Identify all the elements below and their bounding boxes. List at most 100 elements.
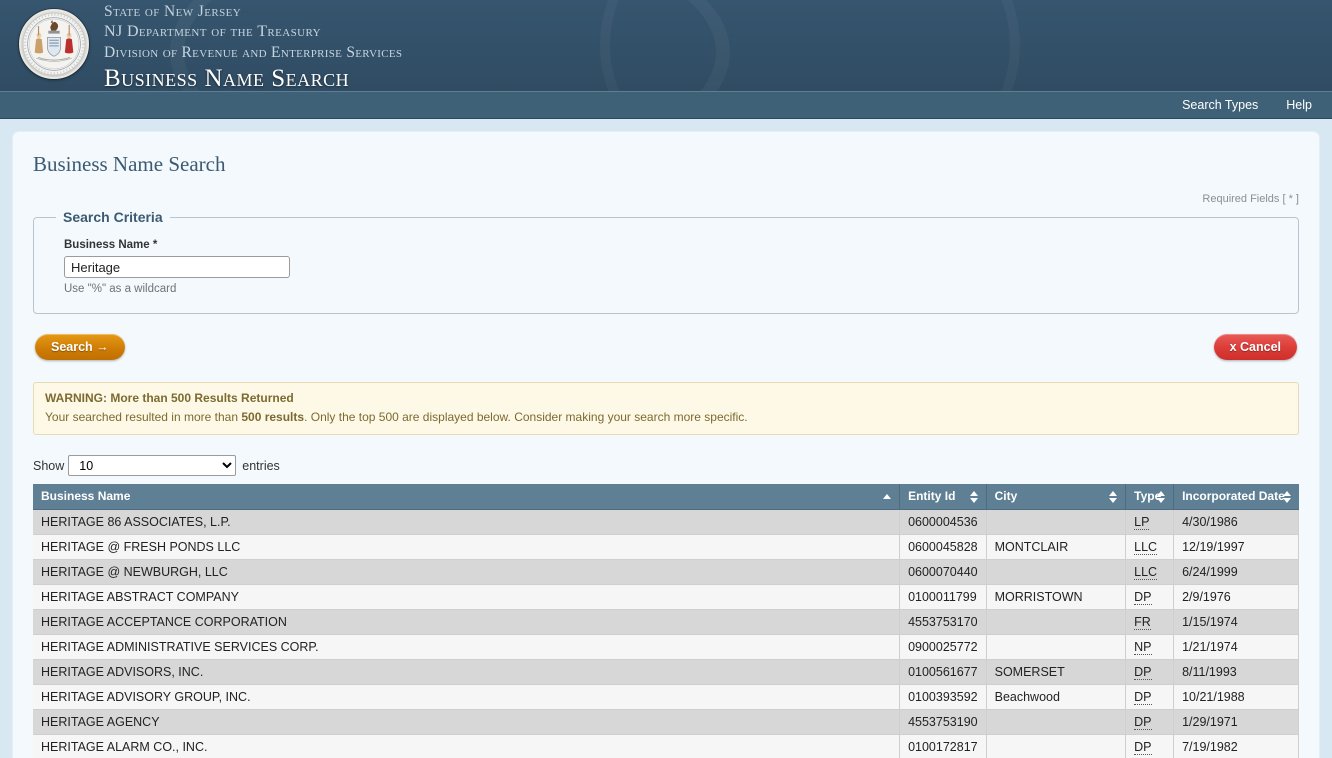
entity-type-abbr[interactable]: LLC [1134, 565, 1158, 580]
header-line-state: State of New Jersey [104, 3, 242, 20]
sort-both-icon-incorporated-date [1282, 490, 1292, 504]
entity-type-abbr[interactable]: DP [1134, 590, 1152, 605]
entity-type-abbr[interactable]: FR [1134, 615, 1151, 630]
column-header-business-name[interactable]: Business Name [33, 484, 901, 510]
table-row[interactable]: HERITAGE @ NEWBURGH, LLC 0600070440 LLC 6/2… [33, 559, 1299, 585]
cell-type: DP [1125, 659, 1175, 685]
table-row[interactable]: HERITAGE ADMINISTRATIVE SERVICES CORP. 09… [33, 634, 1299, 660]
search-criteria-legend: Search Criteria [63, 209, 163, 225]
cell-incorporated-date: 1/15/1974 [1173, 609, 1299, 635]
cell-entity-id: 4553753190 [899, 709, 987, 735]
cell-business-name: HERITAGE ADVISORY GROUP, INC. [33, 684, 901, 710]
column-label-city: City [994, 489, 1018, 503]
main-panel: Business Name Search Required Fields [ *… [12, 131, 1320, 758]
cell-entity-id: 0100561677 [899, 659, 987, 685]
cell-city: MORRISTOWN [986, 584, 1127, 610]
entries-per-page-select[interactable]: 102550100 [68, 455, 237, 476]
search-criteria-fieldset: Search Criteria Business Name * Use "%" … [33, 209, 1299, 314]
column-header-city[interactable]: City [986, 484, 1127, 510]
warning-banner: WARNING: More than 500 Results Returned … [33, 382, 1299, 435]
sort-both-icon-entity-id [969, 490, 979, 504]
cell-incorporated-date: 1/29/1971 [1173, 709, 1299, 735]
cell-type: FR [1125, 609, 1175, 635]
cell-city [986, 634, 1127, 660]
warning-body-post: . Only the top 500 are displayed below. … [304, 410, 748, 424]
cell-entity-id: 4553753170 [899, 609, 987, 635]
cell-incorporated-date: 6/24/1999 [1173, 559, 1299, 585]
sort-both-icon-city [1109, 490, 1118, 504]
column-label-entity-id: Entity Id [908, 489, 956, 503]
header-line-department: NJ Department of the Treasury [104, 23, 321, 40]
column-header-type[interactable]: Type [1125, 484, 1175, 510]
column-header-entity-id[interactable]: Entity Id [899, 484, 987, 510]
sort-ascending-icon [883, 490, 892, 504]
entity-type-abbr[interactable]: DP [1134, 740, 1152, 755]
search-button[interactable]: Search → [35, 334, 125, 360]
cell-city: MONTCLAIR [986, 534, 1127, 560]
cell-business-name: HERITAGE ADMINISTRATIVE SERVICES CORP. [33, 634, 901, 660]
cell-incorporated-date: 2/9/1976 [1173, 584, 1299, 610]
entity-type-abbr[interactable]: DP [1134, 690, 1152, 705]
cell-entity-id: 0600045828 [899, 534, 987, 560]
cell-business-name: HERITAGE ADVISORS, INC. [33, 659, 901, 685]
cell-type: NP [1125, 634, 1175, 660]
header-line-division: Division of Revenue and Enterprise Servi… [104, 44, 403, 61]
column-label-business-name: Business Name [41, 489, 131, 503]
cell-business-name: HERITAGE AGENCY [33, 709, 901, 735]
entity-type-abbr[interactable]: NP [1134, 640, 1152, 655]
table-row[interactable]: HERITAGE ACCEPTANCE CORPORATION 455375317… [33, 609, 1299, 635]
results-table-header-row: Business Name Entity Id City Type Incorp… [33, 484, 1299, 510]
cell-incorporated-date: 12/19/1997 [1173, 534, 1299, 560]
nav-item-help[interactable]: Help [1286, 98, 1312, 112]
wildcard-hint: Use "%" as a wildcard [64, 283, 177, 295]
cell-entity-id: 0100393592 [899, 684, 987, 710]
cell-city [986, 509, 1127, 535]
cell-incorporated-date: 4/30/1986 [1173, 509, 1299, 535]
table-row[interactable]: HERITAGE 86 ASSOCIATES, L.P. 0600004536 LP… [33, 509, 1299, 535]
table-row[interactable]: HERITAGE AGENCY 4553753190 DP 1/29/1971 [33, 709, 1299, 735]
cell-city [986, 734, 1127, 758]
table-row[interactable]: HERITAGE ADVISORS, INC. 0100561677 SOMERSE… [33, 659, 1299, 685]
cell-city [986, 559, 1127, 585]
warning-body-pre: Your searched resulted in more than [45, 410, 242, 424]
nj-state-seal-icon [19, 9, 89, 79]
table-row[interactable]: HERITAGE ADVISORY GROUP, INC. 0100393592 B… [33, 684, 1299, 710]
cell-incorporated-date: 10/21/1988 [1173, 684, 1299, 710]
entity-type-abbr[interactable]: DP [1134, 715, 1152, 730]
content-wrapper: Business Name Search Required Fields [ *… [0, 119, 1332, 758]
cancel-button[interactable]: x Cancel [1213, 334, 1297, 360]
table-length-control: Show 102550100 entries [33, 455, 1299, 476]
cell-entity-id: 0100011799 [899, 584, 987, 610]
column-label-incorporated-date: Incorporated Date [1182, 489, 1285, 503]
header-titles: State of New Jersey NJ Department of the… [104, 2, 403, 92]
cell-business-name: HERITAGE @ FRESH PONDS LLC [33, 534, 901, 560]
entity-type-abbr[interactable]: LP [1134, 515, 1150, 530]
cell-type: DP [1125, 709, 1175, 735]
cell-business-name: HERITAGE @ NEWBURGH, LLC [33, 559, 901, 585]
cell-city [986, 709, 1127, 735]
results-table-head: Business Name Entity Id City Type Incorp… [33, 484, 1299, 510]
cell-type: LLC [1125, 559, 1175, 585]
results-table-body: HERITAGE 86 ASSOCIATES, L.P. 0600004536 LP… [33, 509, 1299, 758]
cell-business-name: HERITAGE ABSTRACT COMPANY [33, 584, 901, 610]
results-table: Business Name Entity Id City Type Incorp… [33, 484, 1299, 758]
cell-entity-id: 0600004536 [899, 509, 987, 535]
table-row[interactable]: HERITAGE ALARM CO., INC. 0100172817 DP 7/19… [33, 734, 1299, 758]
seal-watermark-secondary [600, 0, 1020, 91]
cell-type: DP [1125, 684, 1175, 710]
nav-item-search-types[interactable]: Search Types [1182, 98, 1258, 112]
warning-title: WARNING: More than 500 Results Returned [45, 391, 294, 405]
table-row[interactable]: HERITAGE @ FRESH PONDS LLC 0600045828 MONT… [33, 534, 1299, 560]
required-fields-note: Required Fields [ * ] [1202, 193, 1299, 205]
entity-type-abbr[interactable]: LLC [1134, 540, 1158, 555]
entries-label: entries [242, 458, 280, 473]
top-nav-bar: Search Types Help [0, 92, 1332, 119]
business-name-input[interactable] [64, 256, 290, 278]
cell-incorporated-date: 1/21/1974 [1173, 634, 1299, 660]
show-label: Show [33, 458, 65, 473]
table-row[interactable]: HERITAGE ABSTRACT COMPANY 0100011799 MORRI… [33, 584, 1299, 610]
entity-type-abbr[interactable]: DP [1134, 665, 1152, 680]
header-line-app-title: Business Name Search [104, 65, 350, 92]
column-header-incorporated-date[interactable]: Incorporated Date [1173, 484, 1299, 510]
cell-type: LP [1125, 509, 1175, 535]
